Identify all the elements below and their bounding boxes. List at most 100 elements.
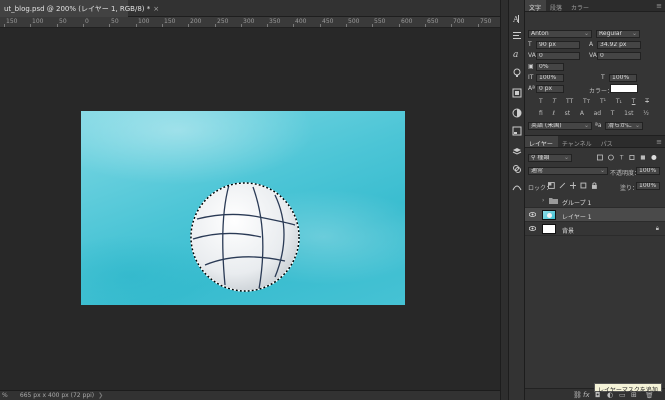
font-style-value: Regular xyxy=(599,30,623,37)
lock-all-icon[interactable] xyxy=(591,182,598,189)
panel-menu-icon[interactable]: ≡ xyxy=(656,2,662,10)
kerning-field[interactable]: 0 xyxy=(536,52,580,60)
tsume-value: 0% xyxy=(539,63,549,70)
strikethrough-button[interactable]: T xyxy=(645,98,649,106)
document-tab[interactable]: ut_blog.psd @ 200% (レイヤー 1, RGB/8) * × xyxy=(0,0,159,17)
visibility-eye-icon[interactable] xyxy=(529,226,536,231)
font-family-select[interactable]: Anton ⌄ xyxy=(528,30,592,38)
superscript-button[interactable]: T¹ xyxy=(600,98,606,106)
opacity-field[interactable]: 100% xyxy=(636,167,660,175)
ruler-tick-label: 50 xyxy=(59,18,67,25)
character-panel-icon[interactable]: A xyxy=(512,14,522,24)
fx-icon[interactable]: fx xyxy=(583,391,590,399)
swash-button[interactable]: A xyxy=(580,110,584,118)
all-caps-button[interactable]: TT xyxy=(566,98,573,106)
canvas-area[interactable] xyxy=(0,28,500,390)
tsume-field[interactable]: 0% xyxy=(536,63,564,71)
lock-artboard-icon[interactable] xyxy=(580,182,587,189)
status-menu-arrow-icon[interactable]: ❯ xyxy=(98,392,103,399)
vertical-scale-icon: IT xyxy=(528,74,534,81)
subscript-button[interactable]: T₁ xyxy=(616,98,622,106)
visibility-eye-icon[interactable] xyxy=(529,212,536,217)
vertical-scale-field[interactable]: 100% xyxy=(536,74,564,82)
tab-character[interactable]: 文字 xyxy=(525,0,547,12)
layer-row-layer-1[interactable]: レイヤー 1 xyxy=(525,208,665,222)
document-image[interactable] xyxy=(81,111,405,305)
lock-transparent-pixels-icon[interactable] xyxy=(548,182,555,189)
anti-alias-select[interactable]: 滑らかに ⌄ xyxy=(605,122,643,130)
zoom-level[interactable]: % xyxy=(2,392,18,399)
link-icon[interactable]: ⛓ xyxy=(573,391,582,399)
titling-alternates-button[interactable]: T xyxy=(611,110,615,118)
faux-italic-button[interactable]: T xyxy=(552,98,556,106)
ruler-tick-label: 100 xyxy=(32,18,44,25)
panel-menu-icon[interactable]: ≡ xyxy=(656,138,662,146)
layer-name[interactable]: グループ 1 xyxy=(562,198,591,207)
pixel-filter-icon[interactable] xyxy=(597,154,603,161)
document-tab-title: ut_blog.psd @ 200% (レイヤー 1, RGB/8) * xyxy=(4,5,151,13)
ruler-tick-mark xyxy=(346,24,347,27)
font-size-field[interactable]: 90 px xyxy=(536,41,580,49)
ruler-tick-mark xyxy=(451,24,452,27)
expand-chevron-icon[interactable]: › xyxy=(542,197,544,204)
glyphs-panel-icon[interactable]: a xyxy=(512,48,522,58)
tracking-value: 0 xyxy=(600,52,604,59)
ordinals-button[interactable]: 1st xyxy=(624,110,633,118)
paths-panel-icon[interactable] xyxy=(512,182,522,192)
character-panel-tabs: 文字 段落 カラー ≡ xyxy=(525,0,665,12)
tab-paths[interactable]: パス xyxy=(597,136,618,148)
ruler-tick-label: 350 xyxy=(269,18,281,25)
layers-panel-icon[interactable] xyxy=(512,146,522,156)
discretionary-ligatures-button[interactable]: st xyxy=(565,110,570,118)
fill-field[interactable]: 100% xyxy=(636,182,660,190)
tracking-field[interactable]: 0 xyxy=(597,52,641,60)
svg-text:T: T xyxy=(619,156,624,161)
stylistic-alternates-button[interactable]: ad xyxy=(594,110,602,118)
ruler-tick-mark xyxy=(372,24,373,27)
opentype-buttons-row: fi ℓ st A ad T 1st ½ xyxy=(539,110,649,118)
font-size-value: 90 px xyxy=(539,41,556,48)
smart-object-filter-icon[interactable] xyxy=(640,154,646,161)
underline-button[interactable]: T xyxy=(632,98,636,106)
learn-panel-icon[interactable] xyxy=(512,68,522,78)
properties-panel-icon[interactable] xyxy=(512,126,522,136)
tab-layers[interactable]: レイヤー xyxy=(525,136,558,148)
language-select[interactable]: 英語 (米国) ⌄ xyxy=(528,122,592,130)
horizontal-scale-field[interactable]: 100% xyxy=(609,74,637,82)
contextual-alternates-button[interactable]: ℓ xyxy=(552,110,554,118)
ligatures-button[interactable]: fi xyxy=(539,110,543,118)
paragraph-panel-icon[interactable] xyxy=(512,30,522,40)
faux-bold-button[interactable]: T xyxy=(539,98,543,106)
baseline-shift-field[interactable]: 0 px xyxy=(536,85,564,93)
text-color-swatch[interactable] xyxy=(610,84,638,93)
close-tab-icon[interactable]: × xyxy=(153,5,159,13)
fractions-button[interactable]: ½ xyxy=(643,110,649,118)
tab-color[interactable]: カラー xyxy=(567,0,594,12)
blend-mode-select[interactable]: 通常 ⌄ xyxy=(528,167,608,175)
lock-image-pixels-icon[interactable] xyxy=(559,182,566,189)
layer-row-group-1[interactable]: › グループ 1 xyxy=(525,194,665,208)
shape-filter-icon[interactable] xyxy=(629,154,635,161)
tab-paragraph[interactable]: 段落 xyxy=(546,0,567,12)
layer-name[interactable]: 背景 xyxy=(562,226,574,235)
libraries-panel-icon[interactable] xyxy=(512,88,522,98)
chevron-down-icon: ⌄ xyxy=(563,154,569,161)
ruler-tick-label: 50 xyxy=(111,18,119,25)
type-filter-icon[interactable]: T xyxy=(619,154,625,161)
horizontal-ruler[interactable]: 150 100 50 0 50 100 150 200 250 300 350 400 450 500 55… xyxy=(0,17,500,28)
layer-filter-select[interactable]: ⚲ 種類 ⌄ xyxy=(528,154,572,162)
ruler-tick-mark xyxy=(425,24,426,27)
filter-toggle-icon[interactable] xyxy=(651,154,657,161)
adjustments-panel-icon[interactable] xyxy=(512,108,522,118)
tab-channels[interactable]: チャンネル xyxy=(558,136,597,148)
font-style-select[interactable]: Regular ⌄ xyxy=(596,30,640,38)
layer-row-background[interactable]: 背景 🔒︎ xyxy=(525,222,665,236)
adjustment-filter-icon[interactable] xyxy=(607,154,614,161)
layers-panel-tabs: レイヤー チャンネル パス ≡ xyxy=(525,136,665,148)
channels-panel-icon[interactable] xyxy=(512,164,522,174)
small-caps-button[interactable]: Tт xyxy=(583,98,590,106)
folder-icon xyxy=(549,198,558,204)
leading-field[interactable]: 34.92 px xyxy=(597,41,641,49)
lock-position-icon[interactable] xyxy=(569,182,577,189)
layer-name[interactable]: レイヤー 1 xyxy=(562,212,592,221)
